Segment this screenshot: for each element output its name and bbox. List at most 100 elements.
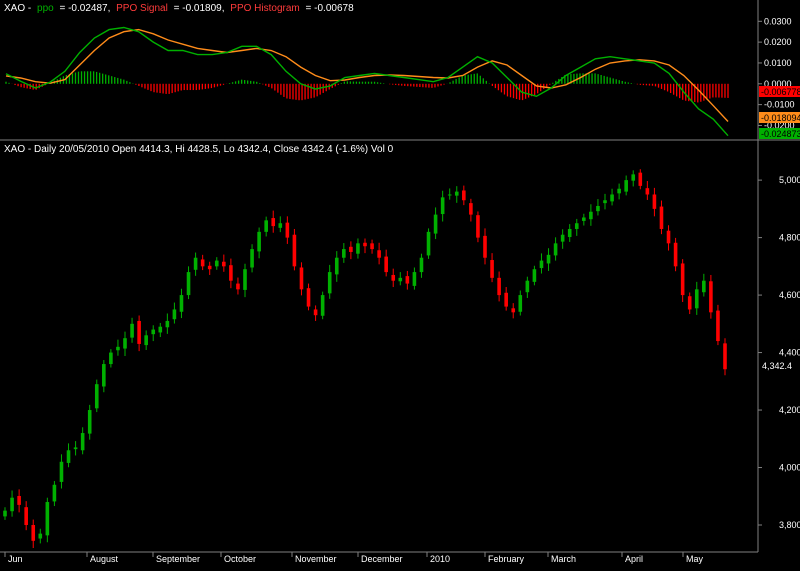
candle-body xyxy=(574,223,579,229)
price-header: XAO - Daily 20/05/2010 Open 4414.3, Hi 4… xyxy=(4,144,394,155)
candle-body xyxy=(483,235,487,258)
candle-body xyxy=(666,230,671,244)
candle-body xyxy=(285,222,290,238)
candle-body xyxy=(709,281,713,313)
candle-body xyxy=(94,384,99,409)
price-tick-label: 4,400 xyxy=(779,348,800,358)
candle-body xyxy=(645,188,650,195)
candle-body xyxy=(38,533,43,539)
candle-body xyxy=(116,346,120,351)
candle-body xyxy=(73,447,78,450)
signal-legend-label: PPO Signal xyxy=(116,3,168,14)
candle-body xyxy=(349,246,353,252)
candle-body xyxy=(426,231,431,256)
candle-body xyxy=(334,257,339,275)
candle-body xyxy=(363,242,367,247)
chart-window: XAO - ppo = -0.02487, PPO Signal = -0.01… xyxy=(0,0,800,571)
candle-body xyxy=(222,261,226,267)
candle-body xyxy=(200,259,205,267)
candle-body xyxy=(123,338,127,349)
candlestick xyxy=(716,304,720,346)
candle-body xyxy=(462,190,466,201)
ppo-value-tag-text: -0.024873 xyxy=(761,129,800,139)
candle-body xyxy=(412,272,417,286)
candle-body xyxy=(518,295,523,312)
candle-body xyxy=(539,260,544,269)
candle-body xyxy=(384,256,388,273)
candle-body xyxy=(3,510,7,517)
ppo-value-tag: -0.024873 xyxy=(759,128,800,139)
candle-body xyxy=(17,495,21,505)
candle-body xyxy=(694,289,699,309)
candle-body xyxy=(440,197,445,215)
ppo-legend-label: ppo xyxy=(37,3,54,14)
candle-body xyxy=(723,343,727,370)
candle-body xyxy=(327,272,332,294)
histogram-value-tag: -0.006778 xyxy=(759,86,800,97)
candle-body xyxy=(497,277,501,296)
candlestick xyxy=(320,291,325,320)
candle-body xyxy=(80,433,85,451)
candle-body xyxy=(560,234,565,242)
price-tick-label: 3,800 xyxy=(779,520,800,530)
candle-body xyxy=(391,274,396,281)
candle-body xyxy=(243,269,247,290)
candle-body xyxy=(257,231,261,252)
price-tick-label: 4,600 xyxy=(779,290,800,300)
candle-body xyxy=(680,263,685,296)
candle-body xyxy=(532,269,537,282)
price-tick-label: 4,000 xyxy=(779,463,800,473)
candle-body xyxy=(476,215,480,238)
candle-body xyxy=(511,308,516,313)
candle-body xyxy=(490,260,494,278)
histogram-legend-label: PPO Histogram xyxy=(230,3,299,14)
candle-body xyxy=(109,352,113,365)
candle-body xyxy=(525,280,530,293)
price-tick-label: 4,800 xyxy=(779,233,800,243)
candle-body xyxy=(631,174,636,181)
ppo-tick-label: -0.0100 xyxy=(764,100,795,110)
candle-body xyxy=(546,254,551,264)
candle-body xyxy=(299,267,304,290)
candle-body xyxy=(313,309,318,316)
candle-body xyxy=(702,280,706,293)
candle-body xyxy=(405,276,410,284)
signal-value-tag-text: -0.018094 xyxy=(761,113,800,123)
candle-body xyxy=(652,194,657,209)
time-tick-label: November xyxy=(295,554,337,564)
histogram-legend-value: = -0.00678 xyxy=(306,3,355,14)
candle-body xyxy=(398,277,403,282)
candlestick xyxy=(476,211,480,243)
candle-body xyxy=(102,364,106,387)
candle-body xyxy=(716,310,720,342)
candlestick xyxy=(426,228,431,259)
last-price-label: 4,342.4 xyxy=(762,361,792,371)
candle-body xyxy=(356,243,360,254)
candle-body xyxy=(186,272,191,296)
candle-body xyxy=(306,288,311,307)
candle-body xyxy=(87,410,92,434)
candle-body xyxy=(673,242,678,267)
candle-body xyxy=(419,257,424,273)
candle-body xyxy=(271,218,276,227)
candle-body xyxy=(447,194,452,196)
time-tick-label: 2010 xyxy=(430,554,450,564)
candlestick xyxy=(94,379,99,413)
candle-body xyxy=(370,243,374,250)
candle-body xyxy=(292,234,297,267)
candle-body xyxy=(582,217,586,221)
candlestick xyxy=(709,274,713,319)
candle-body xyxy=(214,260,219,267)
candle-body xyxy=(31,525,36,541)
time-tick-label: October xyxy=(224,554,256,564)
candle-body xyxy=(151,329,156,335)
candle-body xyxy=(567,228,572,238)
candle-body xyxy=(320,295,325,316)
candle-body xyxy=(553,243,558,256)
candle-body xyxy=(687,296,692,310)
candle-body xyxy=(59,461,64,482)
candle-body xyxy=(52,484,57,502)
candle-body xyxy=(638,172,643,186)
price-tick-label: 4,200 xyxy=(779,405,800,415)
ppo-price-chart: XAO - ppo = -0.02487, PPO Signal = -0.01… xyxy=(0,0,800,571)
